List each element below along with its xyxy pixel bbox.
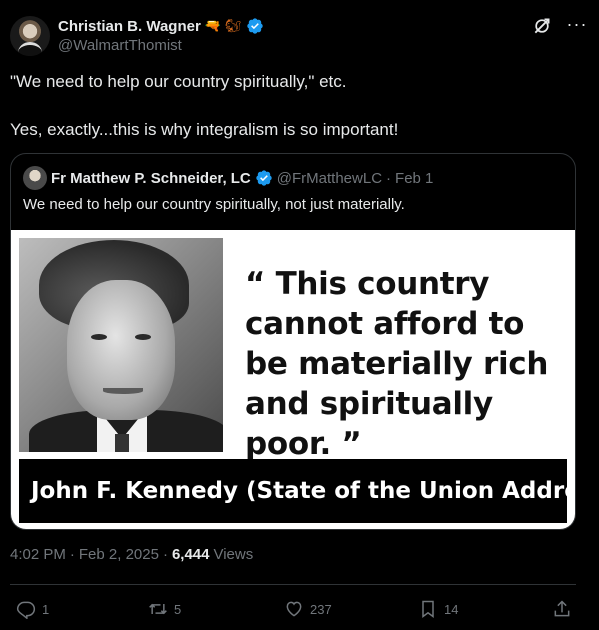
tweet-header: Christian B. Wagner 🔫 🐿 @WalmartThomist …: [10, 14, 590, 58]
separator-dot: ·: [386, 169, 392, 187]
author-handle[interactable]: @WalmartThomist: [58, 37, 182, 54]
tweet-line: Yes, exactly...this is why integralism i…: [10, 120, 399, 139]
squirrel-emoji: 🐿: [224, 18, 242, 33]
share-button[interactable]: [552, 594, 572, 624]
bookmark-count: 14: [444, 601, 459, 617]
more-icon[interactable]: ···: [564, 14, 590, 36]
quote-image[interactable]: “ This country cannot afford to be mater…: [11, 230, 575, 529]
author-display-name[interactable]: Christian B. Wagner: [58, 18, 201, 35]
divider: [10, 584, 576, 585]
bookmark-icon: [422, 600, 434, 618]
separator-dot: ·: [69, 546, 75, 563]
separator-dot: ·: [162, 546, 168, 563]
tweet-body: "We need to help our country spiritually…: [10, 70, 570, 166]
gun-emoji: 🔫: [204, 18, 221, 33]
quoted-author-handle: @FrMatthewLC: [276, 169, 383, 187]
image-attribution: John F. Kennedy (State of the Union Addr…: [19, 459, 575, 523]
quoted-date: Feb 1: [395, 169, 434, 187]
action-bar: 1 5 237 14: [0, 594, 599, 624]
quoted-author-name: Fr Matthew P. Schneider, LC: [51, 169, 251, 187]
repost-icon: [149, 603, 167, 615]
quoted-tweet[interactable]: Fr Matthew P. Schneider, LC @FrMatthewLC…: [10, 153, 576, 530]
tweet-date[interactable]: Feb 2, 2025: [79, 546, 159, 563]
verified-badge-icon: [256, 170, 272, 186]
reply-button[interactable]: 1: [16, 594, 49, 624]
reply-icon: [16, 601, 36, 619]
verified-badge-icon: [246, 18, 263, 34]
author-name-row: Christian B. Wagner 🔫 🐿: [58, 16, 264, 36]
like-icon: [286, 601, 302, 617]
grok-icon[interactable]: [532, 16, 552, 36]
bookmark-button[interactable]: 14: [418, 594, 458, 624]
tweet-line: "We need to help our country spiritually…: [10, 72, 347, 91]
views-count: 6,444: [171, 546, 210, 563]
avatar[interactable]: [10, 16, 50, 56]
quoted-text: We need to help our country spiritually,…: [23, 196, 405, 213]
repost-count: 5: [174, 601, 182, 617]
views-label: Views: [213, 546, 254, 563]
share-icon: [554, 600, 570, 617]
tweet-time[interactable]: 4:02 PM: [10, 546, 66, 563]
kennedy-portrait: [19, 238, 223, 452]
reply-count: 1: [42, 601, 50, 617]
repost-button[interactable]: 5: [148, 594, 181, 624]
like-button[interactable]: 237: [284, 594, 332, 624]
image-quote-text: “ This country cannot afford to be mater…: [245, 266, 549, 462]
quoted-header: Fr Matthew P. Schneider, LC @FrMatthewLC…: [51, 169, 433, 187]
tweet-meta: 4:02 PM · Feb 2, 2025 · 6,444 Views: [10, 546, 253, 563]
like-count: 237: [310, 601, 332, 617]
quoted-avatar: [23, 166, 47, 190]
